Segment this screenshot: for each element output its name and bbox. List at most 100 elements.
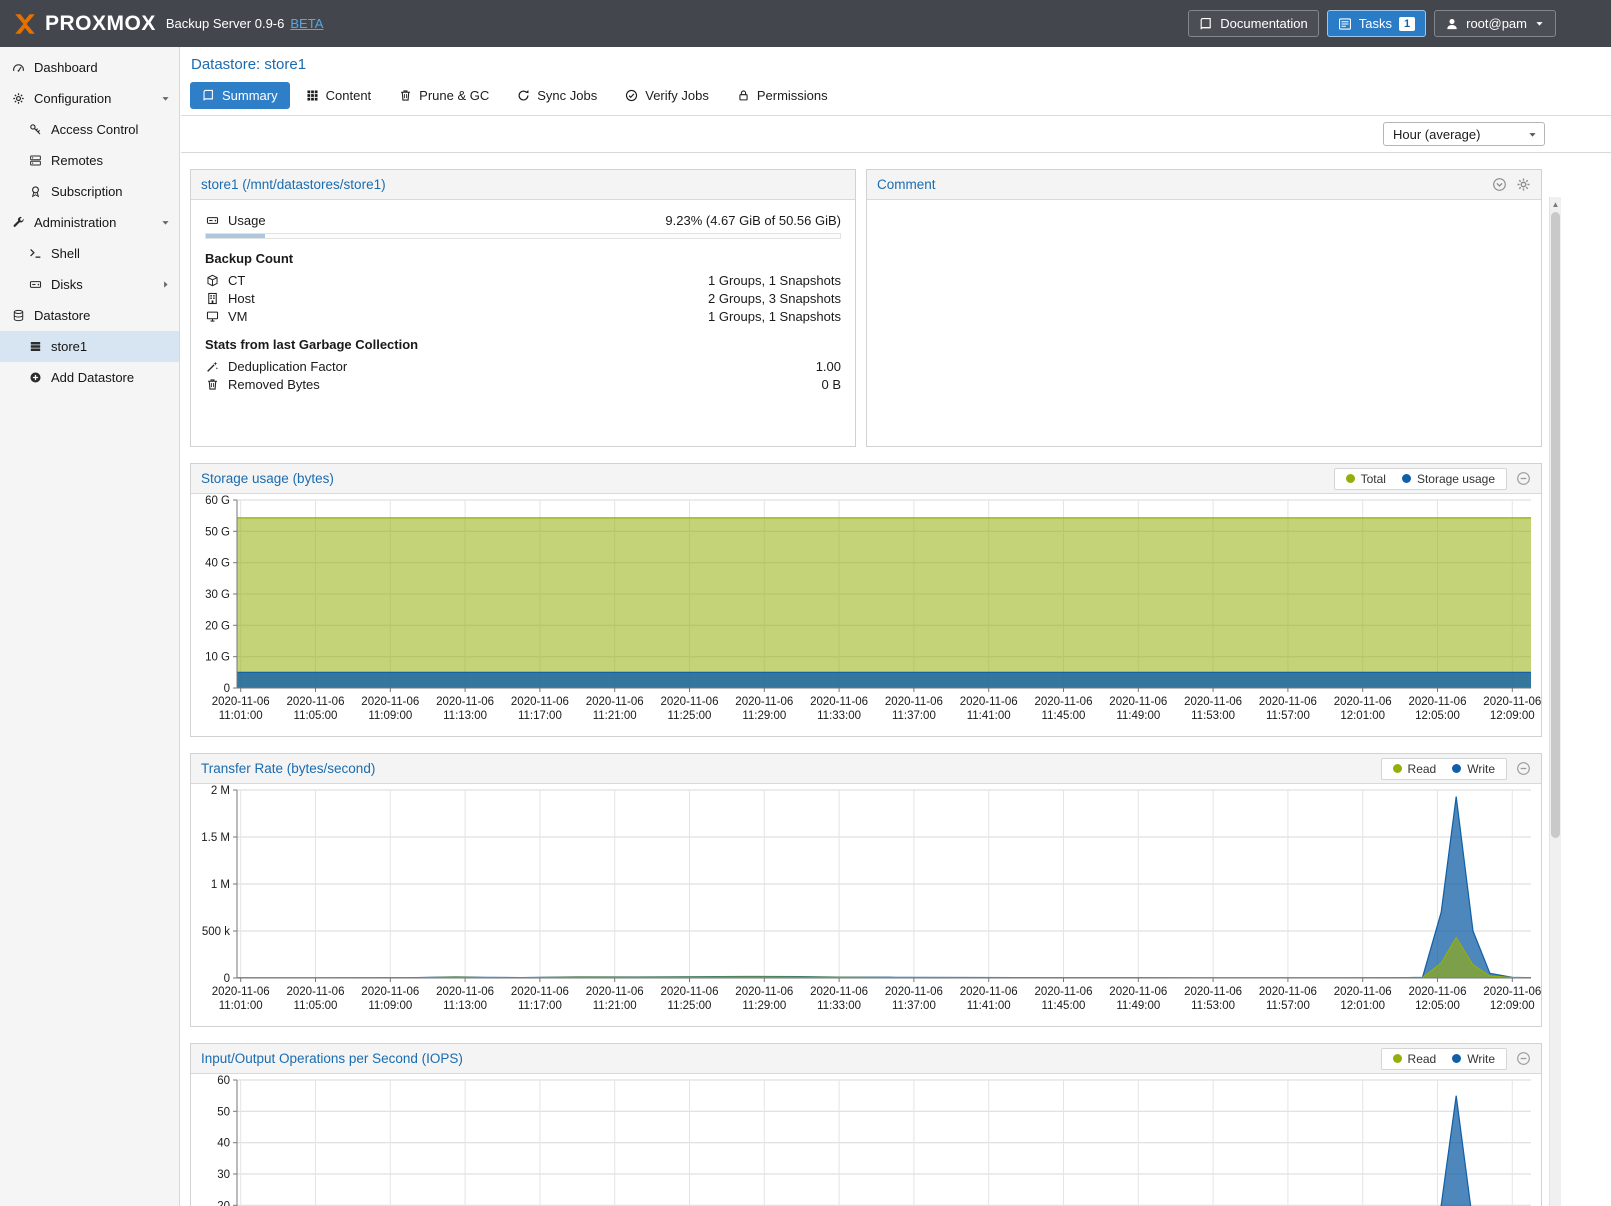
svg-text:11:49:00: 11:49:00	[1116, 1000, 1160, 1012]
tab-label: Permissions	[757, 88, 828, 103]
scroll-up-arrow[interactable]: ▲	[1550, 197, 1561, 211]
svg-text:2020-11-06: 2020-11-06	[735, 986, 793, 998]
plus-circle-icon	[28, 371, 43, 384]
tasks-button[interactable]: Tasks 1	[1327, 10, 1426, 37]
sidebar-item-subscription[interactable]: Subscription	[0, 176, 179, 207]
sidebar-item-dashboard[interactable]: Dashboard	[0, 52, 179, 83]
database-icon	[11, 309, 26, 322]
gear-icon[interactable]	[1516, 177, 1531, 192]
sidebar-item-shell[interactable]: Shell	[0, 238, 179, 269]
sidebar-item-label: store1	[51, 339, 87, 354]
svg-text:2020-11-06: 2020-11-06	[1334, 696, 1392, 708]
tab-summary[interactable]: Summary	[190, 82, 290, 109]
legend-item-write[interactable]: Write	[1452, 1052, 1495, 1066]
svg-text:50: 50	[217, 1106, 230, 1118]
magic-icon	[205, 360, 220, 373]
chart-plot: 01020304050602020-11-0611:01:002020-11-0…	[191, 1074, 1541, 1206]
disk-icon	[205, 214, 220, 227]
sidebar-item-remotes[interactable]: Remotes	[0, 145, 179, 176]
sidebar-item-datastore[interactable]: Datastore	[0, 300, 179, 331]
legend-label: Read	[1408, 1052, 1437, 1066]
caret-right-icon[interactable]	[160, 279, 171, 290]
svg-text:11:05:00: 11:05:00	[294, 1000, 338, 1012]
svg-text:2020-11-06: 2020-11-06	[810, 986, 868, 998]
vertical-scrollbar[interactable]: ▲	[1549, 197, 1561, 1206]
svg-text:11:45:00: 11:45:00	[1042, 710, 1086, 722]
svg-text:11:25:00: 11:25:00	[668, 710, 712, 722]
summary-row-value: 0 B	[821, 377, 841, 392]
legend-item-read[interactable]: Read	[1393, 1052, 1437, 1066]
summary-row-label: Removed Bytes	[228, 377, 320, 392]
svg-text:2020-11-06: 2020-11-06	[1409, 986, 1467, 998]
comment-panel-title: Comment	[877, 177, 936, 192]
beta-link[interactable]: BETA	[290, 16, 323, 31]
svg-text:11:37:00: 11:37:00	[892, 710, 936, 722]
svg-text:11:33:00: 11:33:00	[817, 1000, 861, 1012]
svg-text:2020-11-06: 2020-11-06	[960, 696, 1018, 708]
chart-legend: Read Write	[1381, 1048, 1507, 1070]
sidebar-item-add-datastore[interactable]: Add Datastore	[0, 362, 179, 393]
chart-body: 01020304050602020-11-0611:01:002020-11-0…	[191, 1074, 1541, 1206]
collapse-panel-icon[interactable]	[1516, 1051, 1531, 1066]
summary-row-label: Host	[228, 291, 255, 306]
legend-item-read[interactable]: Read	[1393, 762, 1437, 776]
tab-label: Prune & GC	[419, 88, 489, 103]
collapse-panel-icon[interactable]	[1516, 471, 1531, 486]
cube-icon	[205, 274, 220, 287]
sidebar-item-access-control[interactable]: Access Control	[0, 114, 179, 145]
timeframe-select[interactable]: Hour (average)	[1383, 122, 1545, 146]
gear-icon	[11, 92, 26, 105]
svg-text:20: 20	[217, 1200, 230, 1206]
sidebar-item-configuration[interactable]: Configuration	[0, 83, 179, 114]
user-menu-button[interactable]: root@pam	[1434, 10, 1556, 37]
scrollbar-thumb[interactable]	[1551, 212, 1560, 838]
sidebar-item-label: Add Datastore	[51, 370, 134, 385]
toolbar: Hour (average)	[181, 116, 1611, 153]
tab-verify-jobs[interactable]: Verify Jobs	[613, 82, 721, 109]
svg-text:2020-11-06: 2020-11-06	[212, 986, 270, 998]
tab-content[interactable]: Content	[294, 82, 384, 109]
svg-text:10 G: 10 G	[205, 652, 230, 664]
svg-text:11:49:00: 11:49:00	[1116, 710, 1160, 722]
summary-row-value: 1 Groups, 1 Snapshots	[708, 273, 841, 288]
sidebar-item-store1[interactable]: store1	[0, 331, 179, 362]
tab-permissions[interactable]: Permissions	[725, 82, 840, 109]
svg-text:11:29:00: 11:29:00	[742, 1000, 786, 1012]
legend-item-total[interactable]: Total	[1346, 472, 1386, 486]
svg-text:11:45:00: 11:45:00	[1042, 1000, 1086, 1012]
summary-row-removed-bytes: Removed Bytes 0 B	[205, 375, 841, 393]
tab-sync-jobs[interactable]: Sync Jobs	[505, 82, 609, 109]
tab-label: Verify Jobs	[645, 88, 709, 103]
summary-row-vm: VM1 Groups, 1 Snapshots	[205, 307, 841, 325]
gc-stats-rows: Deduplication Factor1.00Removed Bytes0 B	[205, 357, 841, 393]
legend-label: Write	[1467, 762, 1495, 776]
chart-title: Input/Output Operations per Second (IOPS…	[201, 1051, 463, 1066]
sidebar-item-administration[interactable]: Administration	[0, 207, 179, 238]
legend-item-write[interactable]: Write	[1452, 762, 1495, 776]
building-icon	[205, 292, 220, 305]
caret-down-icon[interactable]	[160, 217, 171, 228]
legend-label: Storage usage	[1417, 472, 1495, 486]
expand-comment-icon[interactable]	[1492, 177, 1507, 192]
comment-content[interactable]	[867, 200, 1541, 446]
svg-text:11:25:00: 11:25:00	[668, 1000, 712, 1012]
sidebar-item-label: Subscription	[51, 184, 123, 199]
chart-panel-transfer-rate-bytes-second: Transfer Rate (bytes/second)ReadWrite050…	[190, 753, 1542, 1027]
summary-panel-body: Usage 9.23% (4.67 GiB of 50.56 GiB) Back…	[191, 200, 855, 404]
legend-item-storage-usage[interactable]: Storage usage	[1402, 472, 1495, 486]
svg-text:11:57:00: 11:57:00	[1266, 1000, 1310, 1012]
caret-down-icon[interactable]	[160, 93, 171, 104]
svg-text:2020-11-06: 2020-11-06	[287, 696, 345, 708]
tab-prune-gc[interactable]: Prune & GC	[387, 82, 501, 109]
layers-icon	[28, 340, 43, 353]
svg-text:12:01:00: 12:01:00	[1340, 710, 1385, 722]
documentation-button[interactable]: Documentation	[1188, 10, 1318, 37]
user-icon	[1445, 17, 1459, 31]
chart-panel-header: Input/Output Operations per Second (IOPS…	[191, 1044, 1541, 1074]
svg-text:11:17:00: 11:17:00	[518, 1000, 562, 1012]
collapse-panel-icon[interactable]	[1516, 761, 1531, 776]
svg-text:2020-11-06: 2020-11-06	[361, 696, 419, 708]
sidebar-item-disks[interactable]: Disks	[0, 269, 179, 300]
gauge-icon	[11, 61, 26, 74]
svg-text:2020-11-06: 2020-11-06	[1334, 986, 1392, 998]
